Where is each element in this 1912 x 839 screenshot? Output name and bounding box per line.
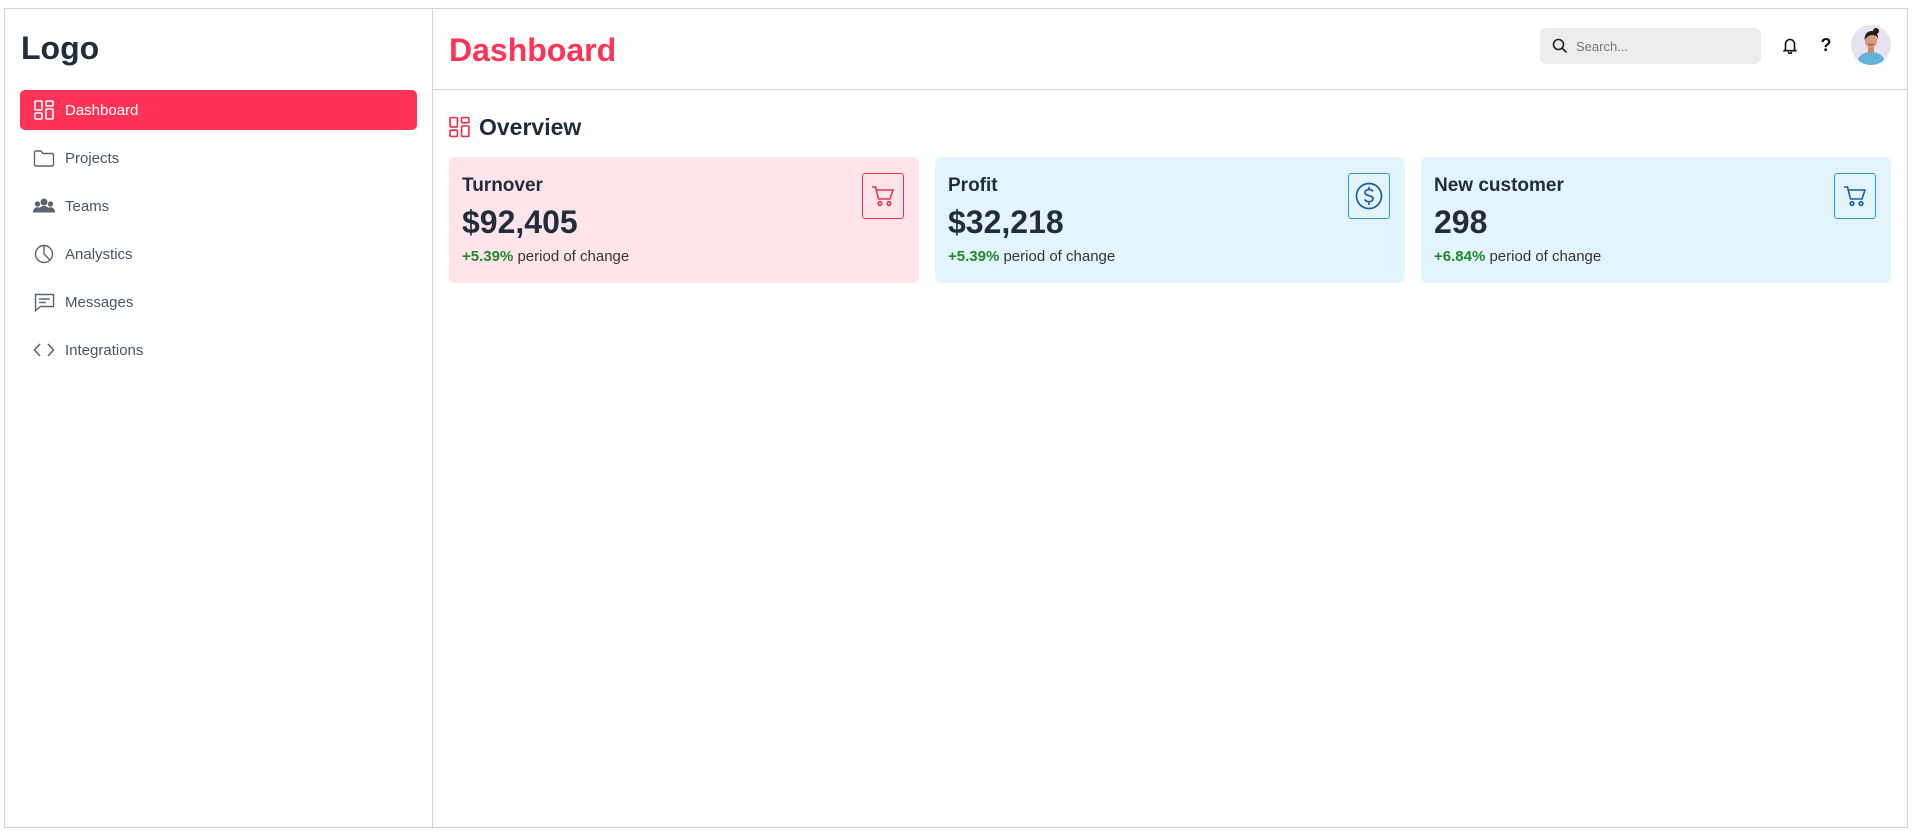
card-label: Turnover bbox=[462, 175, 543, 196]
sidebar-item-projects[interactable]: Projects bbox=[20, 138, 417, 178]
search-icon bbox=[1552, 38, 1568, 54]
top-actions: ? bbox=[1540, 25, 1891, 65]
change-percent: +5.39% bbox=[948, 248, 1000, 265]
change-text: period of change bbox=[513, 248, 630, 265]
sidebar-item-label: Teams bbox=[65, 197, 110, 215]
card-label: New customer bbox=[1434, 175, 1564, 196]
overview-title: Overview bbox=[479, 113, 582, 140]
logo[interactable]: Logo bbox=[20, 9, 417, 73]
message-icon bbox=[33, 291, 55, 313]
sidebar-item-label: Analystics bbox=[65, 245, 133, 263]
change-percent: +6.84% bbox=[1434, 248, 1486, 265]
page-title: Dashboard bbox=[449, 31, 617, 68]
dashboard-icon bbox=[33, 99, 55, 121]
folder-icon bbox=[33, 147, 55, 169]
search-box[interactable] bbox=[1540, 28, 1761, 64]
change-text: period of change bbox=[999, 248, 1116, 265]
app-frame: Logo Dashboard Projects Teams Analystics… bbox=[4, 8, 1908, 828]
dollar-circle-icon bbox=[1348, 173, 1390, 219]
sidebar-item-integrations[interactable]: Integrations bbox=[20, 330, 417, 370]
code-icon bbox=[33, 339, 55, 361]
change-percent: +5.39% bbox=[462, 248, 514, 265]
cart-icon bbox=[862, 173, 904, 219]
sidebar-item-messages[interactable]: Messages bbox=[20, 282, 417, 322]
main-area: Dashboard ? bbox=[433, 9, 1907, 827]
bell-icon[interactable] bbox=[1779, 34, 1801, 56]
sidebar: Logo Dashboard Projects Teams Analystics… bbox=[5, 9, 433, 827]
sidebar-item-label: Integrations bbox=[65, 341, 144, 359]
card-change: +6.84% period of change bbox=[1434, 248, 1878, 265]
avatar[interactable] bbox=[1851, 25, 1891, 65]
users-icon bbox=[33, 195, 55, 217]
sidebar-item-label: Projects bbox=[65, 149, 120, 167]
sidebar-item-label: Dashboard bbox=[65, 101, 139, 119]
sidebar-nav: Dashboard Projects Teams Analystics Mess… bbox=[20, 90, 417, 370]
sidebar-item-analystics[interactable]: Analystics bbox=[20, 234, 417, 274]
cart-icon bbox=[1834, 173, 1876, 219]
pie-chart-icon bbox=[33, 243, 55, 265]
sidebar-item-label: Messages bbox=[65, 293, 134, 311]
change-text: period of change bbox=[1485, 248, 1602, 265]
dashboard-icon bbox=[449, 116, 470, 138]
card-value: $32,218 bbox=[948, 204, 1064, 240]
card-change: +5.39% period of change bbox=[462, 248, 906, 265]
card-value: 298 bbox=[1434, 204, 1488, 240]
stat-card-new-customer[interactable]: New customer 298 +6.84% period of change bbox=[1421, 157, 1891, 283]
help-icon[interactable]: ? bbox=[1815, 34, 1837, 56]
top-bar: Dashboard ? bbox=[433, 9, 1907, 90]
card-change: +5.39% period of change bbox=[948, 248, 1392, 265]
stat-card-profit[interactable]: Profit $32,218 +5.39% period of change bbox=[935, 157, 1405, 283]
sidebar-item-teams[interactable]: Teams bbox=[20, 186, 417, 226]
section-title: Overview bbox=[449, 112, 1891, 142]
stat-cards: Turnover $92,405 +5.39% period of change bbox=[449, 157, 1891, 283]
sidebar-item-dashboard[interactable]: Dashboard bbox=[20, 90, 417, 130]
card-value: $92,405 bbox=[462, 204, 578, 240]
card-label: Profit bbox=[948, 175, 998, 196]
search-input[interactable] bbox=[1576, 38, 1746, 54]
stat-card-turnover[interactable]: Turnover $92,405 +5.39% period of change bbox=[449, 157, 919, 283]
overview-section: Overview Turnover $92,405 +5.39% period … bbox=[433, 90, 1907, 283]
